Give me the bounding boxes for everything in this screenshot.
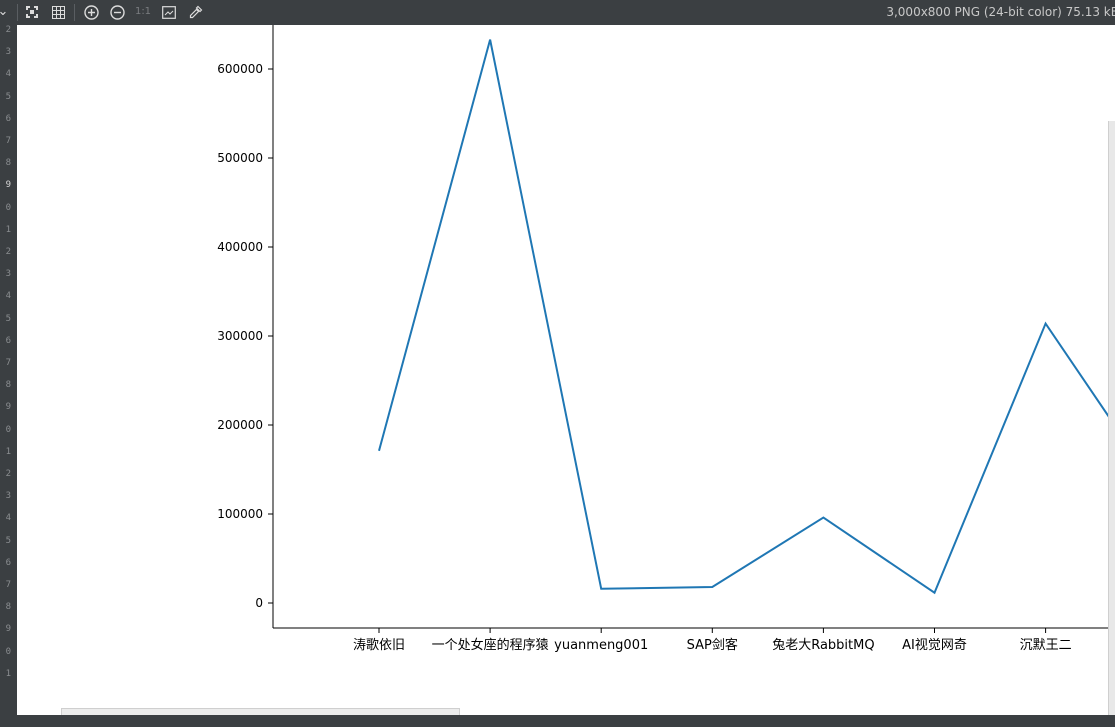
y-tick-label: 300000 — [217, 329, 263, 343]
zoom-in-icon[interactable] — [82, 3, 100, 21]
line-number: 1 — [5, 446, 11, 457]
y-tick-label: 100000 — [217, 507, 263, 521]
line-number: 5 — [5, 535, 11, 546]
line-number: 5 — [5, 91, 11, 102]
line-number: 6 — [5, 113, 11, 124]
y-tick-label: 600000 — [217, 62, 263, 76]
x-tick-label: 涛歌依旧 — [353, 637, 405, 653]
line-number: 5 — [5, 313, 11, 324]
line-number: 9 — [5, 180, 11, 191]
x-tick-label: yuanmeng001 — [554, 638, 648, 653]
line-number: 0 — [5, 202, 11, 213]
line-number: 0 — [5, 646, 11, 657]
line-number: 8 — [5, 380, 11, 391]
line-number: 9 — [5, 624, 11, 635]
line-number: 8 — [5, 158, 11, 169]
line-number: 3 — [5, 491, 11, 502]
line-number: 2 — [5, 25, 11, 35]
viewer-toolbar: ⌄ 1:1 3,000x800 PNG (24-bit color) 75.13… — [0, 0, 1115, 25]
chevron-down-icon[interactable]: ⌄ — [0, 3, 12, 21]
line-number: 4 — [5, 513, 11, 524]
line-number: 3 — [5, 269, 11, 280]
series-line — [378, 39, 1115, 595]
y-tick-label: 0 — [255, 596, 263, 610]
line-number: 7 — [5, 358, 11, 368]
line-number: 7 — [5, 580, 11, 590]
line-number: 1 — [5, 224, 11, 235]
fit-window-icon[interactable] — [23, 3, 41, 21]
crop-icon[interactable] — [160, 3, 178, 21]
line-number: 0 — [5, 424, 11, 435]
line-number: 6 — [5, 557, 11, 568]
x-tick-label: 沉默王二 — [1020, 637, 1072, 653]
line-number: 4 — [5, 291, 11, 302]
y-tick-label: 500000 — [217, 151, 263, 165]
line-number: 2 — [5, 247, 11, 257]
zoom-out-icon[interactable] — [108, 3, 126, 21]
image-info-label: 3,000x800 PNG (24-bit color) 75.13 kB — [886, 5, 1115, 19]
line-number: 9 — [5, 402, 11, 413]
line-number: 1 — [5, 668, 11, 679]
x-tick-label: 一个处女座的程序猿 — [432, 637, 549, 653]
line-number: 7 — [5, 136, 11, 146]
x-tick-label: 兔老大RabbitMQ — [772, 638, 874, 653]
line-chart: 0 100000 200000 300000 400000 500000 600000 涛歌依… — [217, 25, 1115, 653]
y-tick-label: 200000 — [217, 418, 263, 432]
vertical-scrollbar[interactable] — [1108, 121, 1115, 715]
line-number: 2 — [5, 469, 11, 479]
line-number: 6 — [5, 335, 11, 346]
line-number: 3 — [5, 47, 11, 58]
color-picker-icon[interactable] — [187, 3, 205, 21]
image-canvas: 0 100000 200000 300000 400000 500000 600000 涛歌依… — [17, 25, 1115, 715]
toolbar-divider — [17, 4, 18, 21]
status-bar — [0, 715, 1115, 727]
x-tick-label: AI视觉网奇 — [902, 637, 967, 653]
line-number: 4 — [5, 69, 11, 80]
actual-size-icon[interactable]: 1:1 — [134, 3, 152, 21]
x-tick-label: SAP剑客 — [687, 637, 738, 653]
line-number: 8 — [5, 602, 11, 613]
y-tick-label: 400000 — [217, 240, 263, 254]
grid-icon[interactable] — [49, 3, 67, 21]
line-number-gutter: 2 3 4 5 6 7 8 9 0 1 2 3 4 5 6 7 8 9 0 1 2 3 4 5 6 7 8 9 0 1 — [0, 25, 17, 715]
toolbar-divider — [74, 4, 75, 21]
